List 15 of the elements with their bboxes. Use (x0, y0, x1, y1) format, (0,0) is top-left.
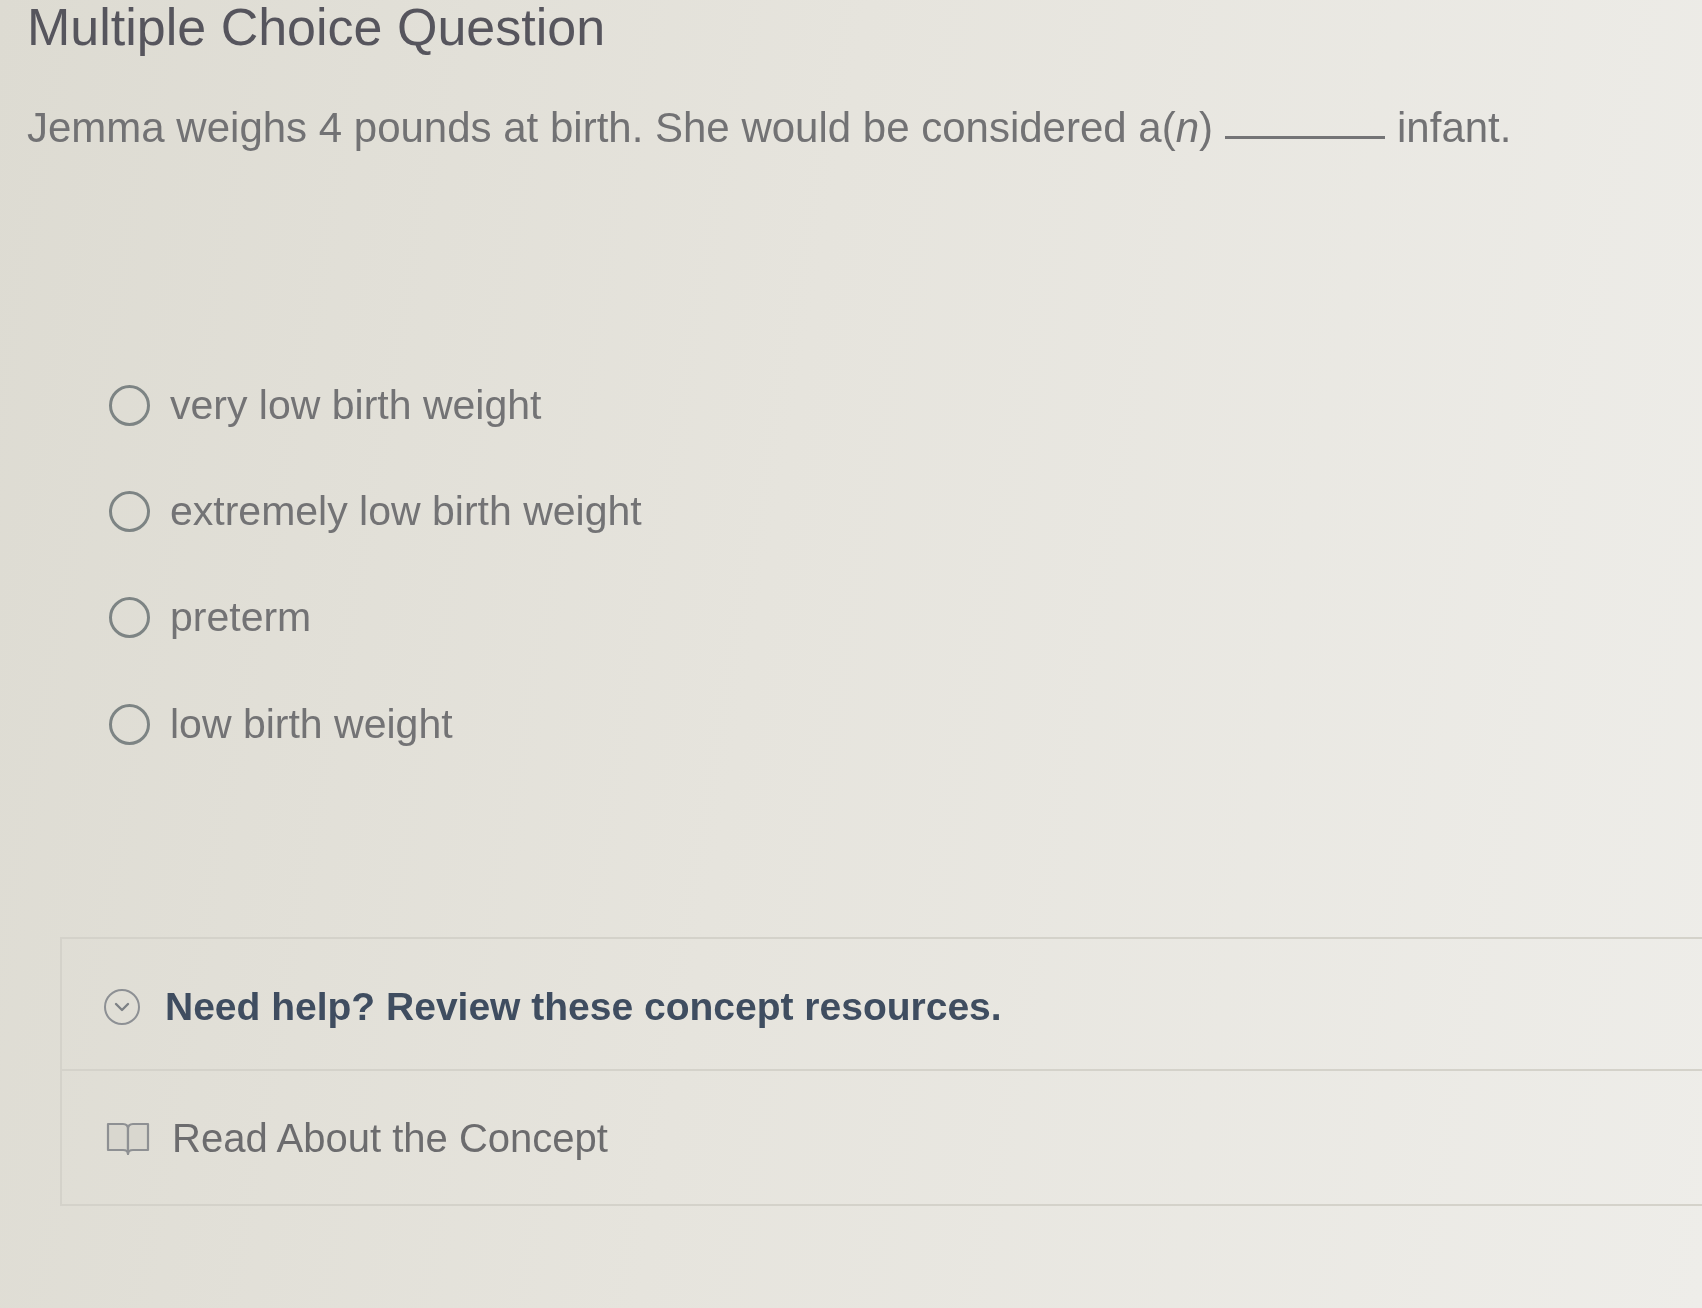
help-toggle[interactable]: Need help? Review these concept resources. (103, 983, 1002, 1031)
radio-button[interactable] (109, 703, 150, 745)
option-label[interactable]: very low birth weight (170, 381, 542, 431)
option-label[interactable]: preterm (170, 593, 312, 643)
question-type-heading: Multiple Choice Question (27, 0, 606, 55)
book-icon (106, 1120, 150, 1157)
concept-link[interactable]: Read About the Concept (106, 1114, 608, 1163)
option-label[interactable]: low birth weight (170, 699, 453, 749)
chevron-down-icon (103, 988, 141, 1027)
radio-button[interactable] (109, 491, 150, 533)
option-label[interactable]: extremely low birth weight (170, 487, 642, 537)
radio-button[interactable] (109, 385, 150, 427)
radio-button[interactable] (109, 597, 150, 639)
question-text: Jemma weighs 4 pounds at birth. She would be considered a(n) (27, 102, 1214, 153)
question-text: infant. (1397, 102, 1512, 153)
